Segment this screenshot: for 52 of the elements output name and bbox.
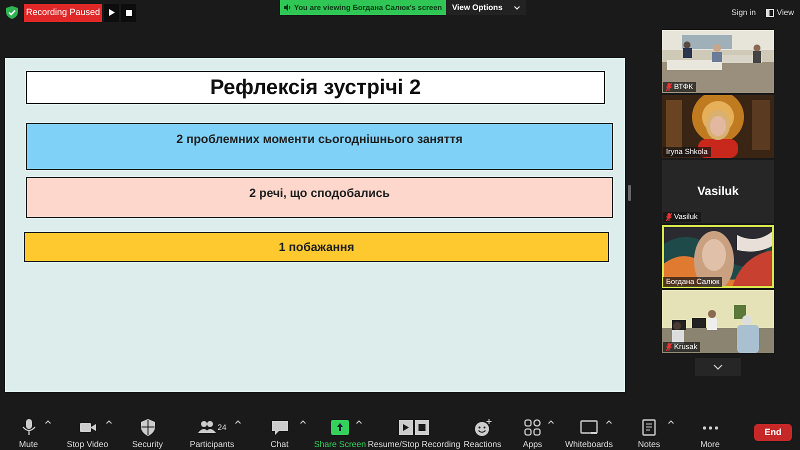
chevron-icon xyxy=(514,6,520,10)
shield-icon[interactable] xyxy=(6,6,18,19)
stop-icon xyxy=(126,10,132,16)
apps-icon xyxy=(524,419,542,436)
chevron-down-icon xyxy=(713,364,723,370)
play-icon xyxy=(108,9,114,16)
caret-icon xyxy=(45,420,51,424)
share-screen-icon xyxy=(330,419,349,436)
smiley-icon xyxy=(474,419,492,436)
end-button[interactable]: End xyxy=(754,424,792,441)
toolbar-button[interactable]: Chat xyxy=(270,415,288,450)
toolbar-button[interactable]: More xyxy=(700,415,720,450)
shield-icon xyxy=(138,419,156,436)
toolbar-button[interactable]: Stop Video xyxy=(66,415,108,450)
view-options-button[interactable]: View Options xyxy=(446,0,526,15)
caret-icon xyxy=(106,420,112,424)
toolbar-button[interactable]: Resume/Stop Recording xyxy=(368,415,460,450)
slide-box: 2 речі, що сподобались xyxy=(26,177,613,218)
toolbar-button[interactable]: Share Screen xyxy=(314,415,366,450)
notepad-icon xyxy=(640,419,658,436)
participant-count: 24 xyxy=(218,422,226,434)
layout-icon xyxy=(766,8,774,16)
caret-icon xyxy=(356,420,362,424)
splitter-handle[interactable] xyxy=(628,185,631,201)
resume-button[interactable] xyxy=(104,4,119,22)
recording-status[interactable]: Recording Paused xyxy=(24,4,102,22)
sign-in-link[interactable]: Sign in xyxy=(731,6,756,18)
caret-icon xyxy=(235,420,241,424)
caret-icon xyxy=(668,420,674,424)
toolbar-button[interactable]: Whiteboards xyxy=(565,415,613,450)
toolbar-button[interactable]: Reactions xyxy=(464,415,502,450)
toolbar-button[interactable]: 24 Participants xyxy=(190,415,234,450)
participant-display-name: Vasiluk xyxy=(696,183,740,200)
slide-title: Рефлексія зустрічі 2 xyxy=(26,71,605,104)
whiteboard-icon xyxy=(580,419,598,436)
chat-bubble-icon xyxy=(270,419,288,436)
view-button[interactable]: View xyxy=(766,6,794,18)
people-icon xyxy=(198,419,216,436)
caret-icon xyxy=(606,420,612,424)
slide-box: 1 побажання xyxy=(24,232,609,262)
play-stop-icon xyxy=(399,419,429,436)
slide-box: 2 проблемних моменти сьогоднішнього заняття xyxy=(26,123,613,170)
stop-button[interactable] xyxy=(121,4,136,22)
caret-icon xyxy=(300,420,306,424)
toolbar-button[interactable]: Notes xyxy=(638,415,660,450)
caret-icon xyxy=(548,420,554,424)
toolbar-button[interactable]: Apps xyxy=(522,415,542,450)
toolbar-button[interactable]: Mute xyxy=(19,415,38,450)
toolbar-button[interactable]: Security xyxy=(132,415,163,450)
mic-icon xyxy=(20,419,38,436)
speaker-icon xyxy=(284,4,291,11)
more-dots-icon xyxy=(702,426,718,430)
